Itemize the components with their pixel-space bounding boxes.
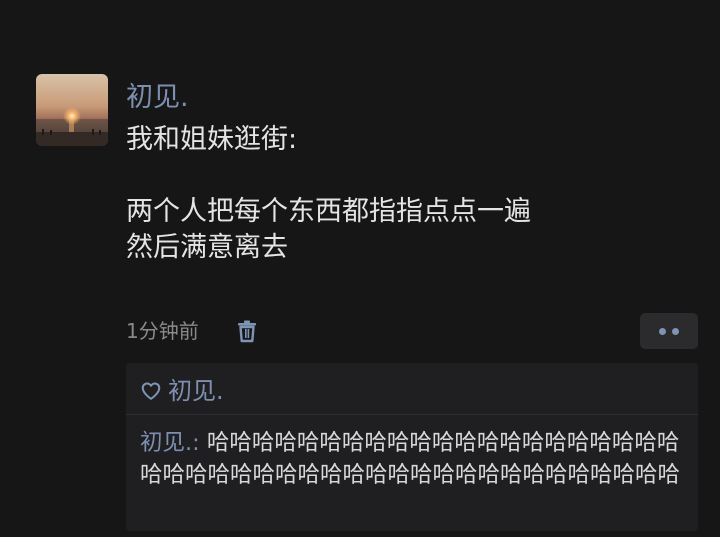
moments-post-page: 初见. 我和姐妹逛街: 两个人把每个东西都指指点点一遍 然后满意离去 1分钟前 …: [0, 0, 720, 537]
post-username[interactable]: 初见.: [126, 80, 189, 116]
avatar-sunset-image: [36, 74, 108, 146]
post-timestamp: 1分钟前: [126, 319, 199, 343]
more-dots-icon: [659, 328, 666, 335]
post-text-line: 我和姐妹逛街:: [126, 124, 298, 155]
divider: [126, 414, 698, 415]
post-text-line: 然后满意离去: [126, 232, 288, 263]
comment-author[interactable]: 初见.: [140, 430, 192, 456]
likes-row: 初见.: [140, 373, 224, 409]
avatar[interactable]: [36, 74, 108, 146]
heart-icon: [141, 382, 161, 400]
comment-separator: :: [192, 430, 207, 456]
like-username[interactable]: 初见.: [168, 373, 224, 409]
trash-icon[interactable]: [234, 318, 260, 344]
more-options-button[interactable]: [640, 313, 698, 349]
likes-comments-panel: 初见. 初见.: 哈哈哈哈哈哈哈哈哈哈哈哈哈哈哈哈哈哈哈哈哈哈哈哈哈哈哈哈哈哈哈…: [126, 363, 698, 531]
post-content: 我和姐妹逛街: 两个人把每个东西都指指点点一遍 然后满意离去: [126, 122, 686, 266]
post-text-line: 两个人把每个东西都指指点点一遍: [126, 196, 531, 227]
more-dots-icon: [672, 328, 679, 335]
comment-text: 哈哈哈哈哈哈哈哈哈哈哈哈哈哈哈哈哈哈哈哈哈哈哈哈哈哈哈哈哈哈哈哈哈哈哈哈哈哈哈哈…: [140, 430, 681, 488]
post-text-line: [126, 158, 686, 194]
comment-item[interactable]: 初见.: 哈哈哈哈哈哈哈哈哈哈哈哈哈哈哈哈哈哈哈哈哈哈哈哈哈哈哈哈哈哈哈哈哈哈哈…: [140, 427, 692, 491]
